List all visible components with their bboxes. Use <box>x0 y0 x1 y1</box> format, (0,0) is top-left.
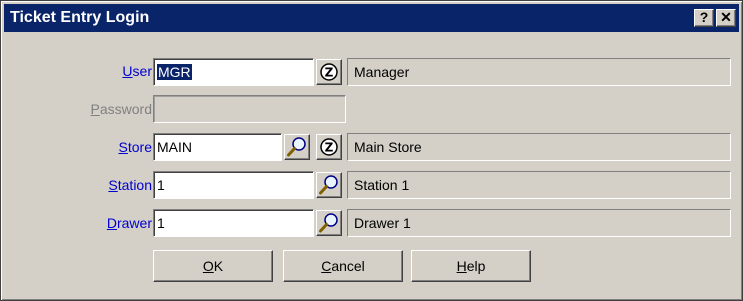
svg-text:Z: Z <box>325 66 334 80</box>
help-button[interactable]: Help <box>411 250 531 282</box>
drawer-input[interactable]: 1 <box>153 209 314 237</box>
store-label: Store <box>118 139 152 155</box>
cancel-button[interactable]: Cancel <box>283 250 403 282</box>
password-label: Password <box>90 101 152 117</box>
title-bar[interactable]: Ticket Entry Login ? ✕ <box>4 4 739 32</box>
z-circle-icon: Z <box>320 63 338 81</box>
help-title-button[interactable]: ? <box>694 9 714 27</box>
user-zoom-button[interactable]: Z <box>316 59 342 85</box>
store-description: Main Store <box>347 133 731 161</box>
login-dialog: Ticket Entry Login ? ✕ User MGR Z Manage… <box>0 0 743 301</box>
drawer-description: Drawer 1 <box>347 209 731 237</box>
user-description: Manager <box>347 58 731 86</box>
magnifier-icon <box>287 137 306 157</box>
close-title-button[interactable]: ✕ <box>716 9 736 27</box>
z-circle-icon: Z <box>320 138 338 156</box>
drawer-label: Drawer <box>106 215 152 231</box>
magnifier-icon <box>319 213 338 233</box>
store-zoom-button[interactable]: Z <box>316 134 342 160</box>
station-input[interactable]: 1 <box>153 171 314 199</box>
svg-text:Z: Z <box>325 141 334 155</box>
ok-button[interactable]: OK <box>153 250 273 282</box>
drawer-lookup-button[interactable] <box>316 210 342 236</box>
password-input[interactable] <box>153 95 346 123</box>
window-title: Ticket Entry Login <box>10 9 150 26</box>
magnifier-icon <box>319 175 338 195</box>
station-description: Station 1 <box>347 171 731 199</box>
store-lookup-button[interactable] <box>284 134 310 160</box>
user-label: User <box>122 63 152 79</box>
store-input[interactable]: MAIN <box>153 133 282 161</box>
station-label: Station <box>108 177 152 193</box>
station-lookup-button[interactable] <box>316 172 342 198</box>
user-input[interactable]: MGR <box>153 58 314 86</box>
